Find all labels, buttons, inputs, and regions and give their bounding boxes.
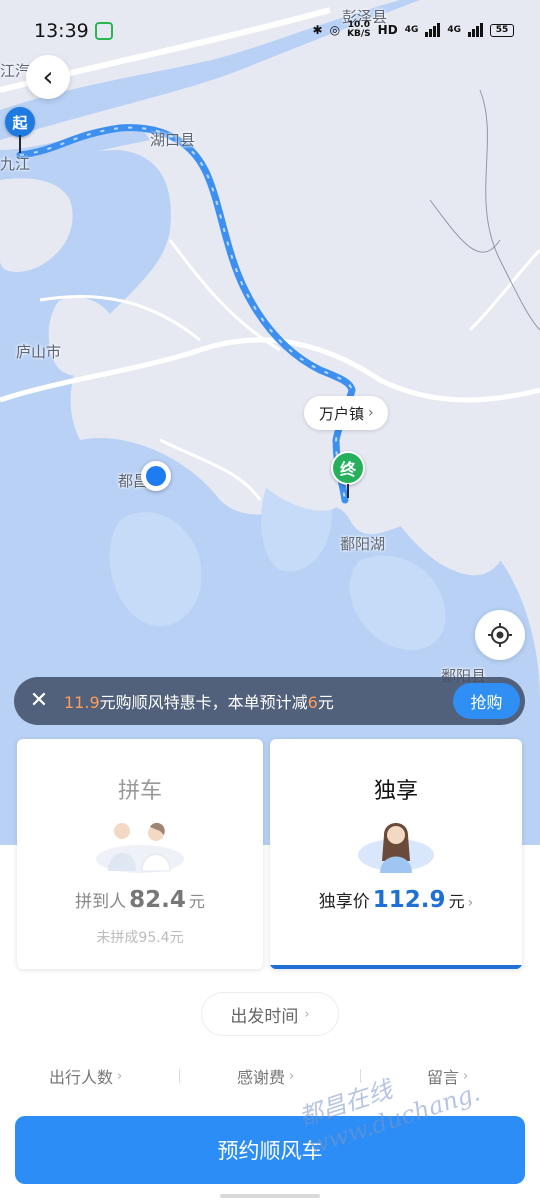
exclusive-ride-card[interactable]: 独享 独享价 112.9 元 › <box>270 739 522 969</box>
passenger-count-label: 出行人数 <box>49 1068 114 1087</box>
message-option[interactable]: 留言 › <box>427 1058 468 1094</box>
departure-time-label: 出发时间 <box>230 1006 299 1027</box>
battery-icon: 55 <box>490 23 514 37</box>
carpool-title: 拼车 <box>117 779 162 804</box>
map-label-lushan: 庐山市 <box>16 343 62 361</box>
locate-button[interactable] <box>475 610 525 660</box>
destination-label: 万户镇 <box>319 404 365 423</box>
signal-icon-2 <box>468 23 483 37</box>
trip-options: 出行人数 › 感谢费 › 留言 › <box>0 1058 540 1094</box>
promo-text-mid: 元购顺风特惠卡，本单预计减 <box>99 693 308 712</box>
passenger-count-option[interactable]: 出行人数 › <box>49 1058 122 1094</box>
current-location-dot <box>141 461 171 491</box>
departure-time-button[interactable]: 出发时间 › <box>201 992 339 1036</box>
carpool-fallback-price: 未拼成95.4元 <box>96 930 184 946</box>
map-label-jiujiang: 九江 <box>0 155 31 173</box>
divider <box>360 1069 361 1083</box>
app-notification-icon <box>95 22 113 40</box>
crosshair-icon <box>488 623 512 647</box>
map-label-hukou: 湖口县 <box>150 131 196 149</box>
status-bar: 13:39 ✱ ◎ 10.0 KB/S HD 4G 4G 55 <box>0 0 540 62</box>
message-label: 留言 <box>427 1068 460 1087</box>
carpool-price-unit: 元 <box>188 892 205 911</box>
status-icons: ✱ ◎ 10.0 KB/S HD 4G 4G 55 <box>313 21 514 39</box>
chevron-right-icon: › <box>368 405 374 421</box>
chevron-right-icon: › <box>463 1068 469 1084</box>
back-button[interactable]: ‹ <box>26 55 70 99</box>
end-pin: 终 <box>331 451 365 485</box>
exclusive-title: 独享 <box>373 779 418 804</box>
carpool-price-label: 拼到人 <box>75 892 127 912</box>
status-time: 13:39 <box>34 20 89 42</box>
exclusive-price-unit: 元 <box>448 892 465 911</box>
carpool-card[interactable]: 拼车 拼到人 82.4 元 未拼成95.4元 <box>17 739 263 969</box>
divider <box>179 1069 180 1083</box>
chevron-right-icon: › <box>304 1006 310 1022</box>
map-label-poyang-lake: 鄱阳湖 <box>340 535 386 553</box>
net-speed: 10.0 KB/S <box>347 20 371 39</box>
promo-discount: 6 <box>307 693 318 712</box>
carpool-price: 82.4 <box>129 887 186 913</box>
selected-indicator <box>270 965 522 969</box>
book-ride-button[interactable]: 预约顺风车 <box>15 1116 525 1184</box>
carpool-passengers-illustration <box>96 822 184 873</box>
bluetooth-icon: ✱ <box>312 23 323 37</box>
thanks-fee-option[interactable]: 感谢费 › <box>237 1058 294 1094</box>
net2-label: 4G <box>447 25 461 35</box>
chevron-right-icon: › <box>467 895 474 911</box>
exclusive-price-label: 独享价 <box>318 892 370 912</box>
thanks-fee-label: 感谢费 <box>237 1068 286 1087</box>
promo-price: 11.9 <box>64 693 100 712</box>
buy-card-button[interactable]: 抢购 <box>453 683 520 719</box>
end-pin-stem <box>347 484 349 498</box>
promo-text-end: 元 <box>317 693 334 712</box>
promo-text: 11.9元购顺风特惠卡，本单预计减6元 <box>64 689 453 713</box>
carpool-price-row: 拼到人 82.4 元 <box>17 887 263 913</box>
destination-bubble[interactable]: 万户镇 › <box>304 396 388 430</box>
hd-label: HD <box>377 23 398 37</box>
chevron-right-icon: › <box>117 1068 123 1084</box>
chevron-left-icon: ‹ <box>42 60 54 93</box>
signal-icon <box>425 23 441 37</box>
home-indicator <box>220 1194 320 1198</box>
exclusive-price: 112.9 <box>372 887 446 913</box>
start-pin: 起 <box>5 107 35 137</box>
exclusive-passenger-illustration <box>358 823 434 873</box>
net1-label: 4G <box>404 25 419 35</box>
start-pin-stem <box>19 135 21 153</box>
close-icon[interactable]: ✕ <box>14 677 64 725</box>
exclusive-price-row[interactable]: 独享价 112.9 元 › <box>270 887 522 913</box>
map-view[interactable]: 彭泽县 湖口县 庐山市 鄱阳湖 鄱阳县 都昌 九江 江汽车 起 万户镇 › 终 <box>0 0 540 860</box>
location-icon: ◎ <box>329 23 341 37</box>
promo-banner: ✕ 11.9元购顺风特惠卡，本单预计减6元 抢购 <box>14 677 525 725</box>
map-base <box>0 0 540 860</box>
chevron-right-icon: › <box>289 1068 295 1084</box>
